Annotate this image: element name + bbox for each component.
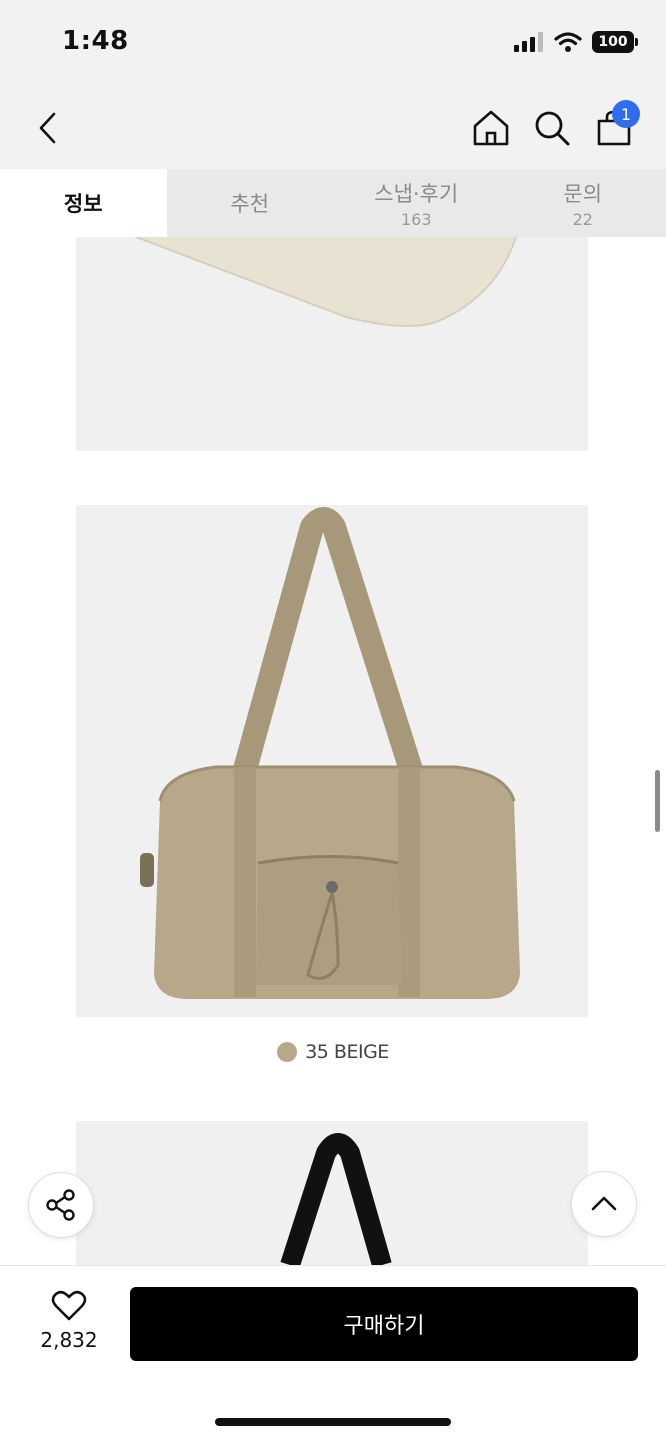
tab-label: 스냅·후기 (374, 181, 459, 206)
search-icon (535, 111, 570, 146)
status-time: 1:48 (62, 26, 129, 56)
tab-reviews[interactable]: 스냅·후기 163 (333, 169, 500, 237)
nav-bar: 1 (0, 86, 666, 170)
share-button[interactable] (28, 1172, 94, 1238)
home-indicator (215, 1418, 451, 1426)
scrollbar[interactable] (655, 770, 660, 832)
chevron-up-icon (591, 1196, 617, 1211)
heart-icon (51, 1290, 87, 1321)
product-image (76, 505, 588, 1017)
product-image (76, 1121, 588, 1265)
product-tabs: 정보 추천 스냅·후기 163 문의 22 (0, 169, 666, 237)
cart-button[interactable]: 1 (592, 100, 640, 150)
like-count: 2,832 (40, 1328, 98, 1352)
bag-bottom-illustration (135, 237, 517, 327)
scroll-top-button[interactable] (571, 1171, 637, 1237)
battery-icon: 100 (592, 31, 638, 53)
signal-icon (514, 32, 543, 52)
like-button[interactable]: 2,832 (28, 1290, 110, 1352)
tab-label: 추천 (230, 192, 270, 216)
product-image (76, 237, 588, 451)
cart-badge: 1 (612, 100, 640, 128)
color-swatch (277, 1042, 298, 1062)
tab-label: 문의 (563, 181, 603, 206)
status-bar: 1:48 100 (0, 0, 666, 86)
tab-info[interactable]: 정보 (0, 169, 167, 237)
bottom-action-bar: 2,832 구매하기 (0, 1265, 666, 1440)
share-icon (46, 1189, 75, 1221)
color-name: 35 BEIGE (305, 1041, 389, 1063)
home-icon (473, 110, 509, 146)
back-button[interactable] (26, 106, 70, 150)
chevron-left-icon (39, 112, 56, 144)
tab-recommend[interactable]: 추천 (167, 169, 334, 237)
buy-button[interactable]: 구매하기 (130, 1287, 638, 1361)
tab-count: 163 (400, 209, 432, 229)
tab-inquiry[interactable]: 문의 22 (500, 169, 666, 237)
status-icons: 100 (514, 30, 638, 54)
beige-bag-illustration (140, 507, 520, 999)
tab-label: 정보 (63, 192, 103, 216)
home-button[interactable] (469, 106, 513, 150)
product-detail-content: 35 BEIGE (0, 237, 666, 1265)
tab-count: 22 (572, 209, 593, 229)
color-label: 35 BEIGE (0, 1041, 666, 1063)
black-bag-illustration (280, 1133, 392, 1265)
search-button[interactable] (530, 106, 574, 150)
wifi-icon (554, 32, 582, 52)
